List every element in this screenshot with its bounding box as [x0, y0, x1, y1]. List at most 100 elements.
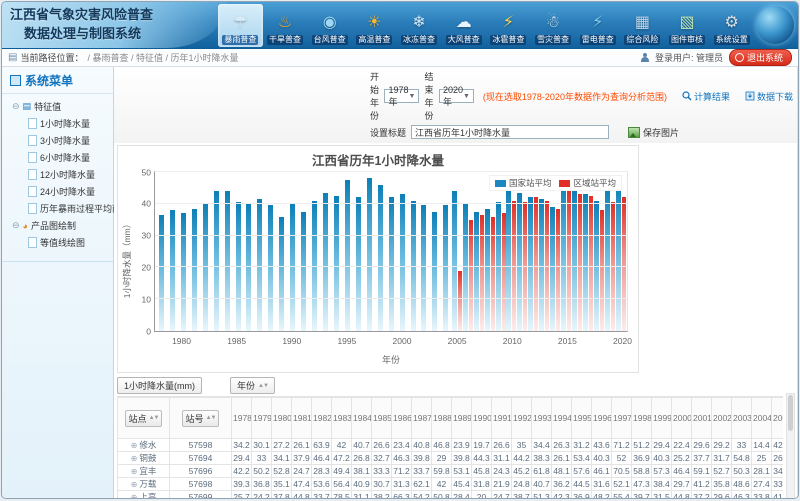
bar-group-1983 [211, 172, 222, 331]
expander-icon[interactable]: ⊖ [12, 220, 20, 231]
year-column-header[interactable]: 1998 [632, 398, 652, 439]
legend-item[interactable]: 区域站平均 [559, 177, 616, 189]
expand-row-icon[interactable]: ⊕ [131, 454, 138, 463]
year-column-header[interactable]: 1999 [652, 398, 672, 439]
year-column-header[interactable]: 1985 [372, 398, 392, 439]
station-name-cell[interactable]: ⊕上高 [118, 491, 170, 500]
year-column-header[interactable]: 1989 [452, 398, 472, 439]
sidebar-item-24小时降水量[interactable]: 24小时降水量 [4, 183, 111, 200]
freeze-icon: ❄ [412, 13, 425, 35]
year-column-header[interactable]: 1987 [412, 398, 432, 439]
station-sort-control[interactable]: 站点▲▼ [125, 410, 163, 427]
nav-item-gale[interactable]: ☁大风普查 [441, 4, 486, 47]
nav-item-lightning[interactable]: ⚡雷电普查 [575, 4, 620, 47]
metric-selector[interactable]: 1小时降水量(mm) [117, 377, 202, 394]
year-column-header[interactable]: 1980 [272, 398, 292, 439]
station-name-cell[interactable]: ⊕宜丰 [118, 465, 170, 478]
sidebar-item-3小时降水量[interactable]: 3小时降水量 [4, 132, 111, 149]
vscroll-thumb[interactable] [788, 395, 793, 431]
year-column-header[interactable]: 1992 [512, 398, 532, 439]
save-image-button[interactable]: 保存图片 [628, 126, 679, 139]
x-tick-label: 1985 [222, 336, 252, 346]
station-id-cell: 57699 [170, 491, 232, 500]
expand-row-icon[interactable]: ⊕ [131, 441, 138, 450]
year-column-header[interactable]: 1984 [352, 398, 372, 439]
sidebar-item-label: 24小时降水量 [40, 185, 95, 198]
expand-row-icon[interactable]: ⊕ [131, 480, 138, 489]
year-column-header[interactable]: 2000 [672, 398, 692, 439]
value-cell: 47.2 [332, 452, 352, 465]
bar-regional [567, 190, 571, 332]
value-cell: 21.9 [492, 478, 512, 491]
year-column-header[interactable]: 1979 [252, 398, 272, 439]
sidebar-node-0[interactable]: ⊖▤特征值 [4, 98, 111, 115]
year-column-header[interactable]: 1994 [552, 398, 572, 439]
year-column-header[interactable]: 1986 [392, 398, 412, 439]
value-cell: 47.3 [632, 478, 652, 491]
station-name-cell[interactable]: ⊕铜鼓 [118, 452, 170, 465]
year-column-header[interactable]: 1990 [472, 398, 492, 439]
bar-group-1982 [200, 172, 211, 331]
start-year-select[interactable]: 1978年▼ [384, 89, 419, 103]
bar-group-1981 [189, 172, 200, 331]
year-column-header[interactable]: 1982 [312, 398, 332, 439]
sidebar-item-等值线绘图[interactable]: 等值线绘图 [4, 234, 111, 251]
chart-title-input[interactable] [411, 125, 609, 139]
year-column-header[interactable]: 1993 [532, 398, 552, 439]
bar-national [572, 191, 577, 331]
expand-row-icon[interactable]: ⊕ [131, 493, 138, 499]
year-column-header[interactable]: 1988 [432, 398, 452, 439]
sidebar-item-label: 等值线绘图 [40, 236, 85, 249]
download-button[interactable]: 数据下载 [745, 90, 793, 103]
station-id-sort-control[interactable]: 站号▲▼ [182, 410, 220, 427]
chevron-down-icon: ▼ [409, 93, 416, 100]
value-cell: 58.8 [632, 465, 652, 478]
nav-item-typhoon[interactable]: ◉台风普查 [307, 4, 352, 47]
station-name-cell[interactable]: ⊕万载 [118, 478, 170, 491]
nav-item-calculator[interactable]: ▦综合风险 [620, 4, 665, 47]
sidebar-item-6小时降水量[interactable]: 6小时降水量 [4, 149, 111, 166]
year-sort-control[interactable]: 年份▲▼ [230, 377, 275, 394]
sidebar-item-1小时降水量[interactable]: 1小时降水量 [4, 115, 111, 132]
vertical-scrollbar[interactable] [786, 393, 795, 499]
logout-button[interactable]: 退出系统 [729, 49, 792, 66]
year-column-header[interactable]: 2004 [752, 398, 772, 439]
value-cell: 53.1 [452, 465, 472, 478]
calculate-button[interactable]: 计算结果 [682, 90, 730, 103]
bar-group-1997 [364, 172, 375, 331]
expander-icon[interactable]: ⊖ [12, 101, 20, 112]
year-column-header[interactable]: 1997 [612, 398, 632, 439]
legend-item[interactable]: 国家站平均 [495, 177, 552, 189]
nav-item-drought[interactable]: ♨干旱普查 [263, 4, 308, 47]
nav-item-snow[interactable]: ☃雪灾普查 [531, 4, 576, 47]
page-icon [28, 135, 37, 146]
bar-regional [534, 197, 538, 331]
year-column-header[interactable]: 2003 [732, 398, 752, 439]
year-column-header[interactable]: 1991 [492, 398, 512, 439]
year-column-header[interactable]: 2002 [712, 398, 732, 439]
station-name-cell[interactable]: ⊕修水 [118, 439, 170, 452]
value-cell: 54.2 [412, 491, 432, 500]
year-column-header[interactable]: 1995 [572, 398, 592, 439]
year-column-header[interactable]: 1978 [232, 398, 252, 439]
nav-item-freeze[interactable]: ❄冰冻普查 [397, 4, 442, 47]
nav-item-rainstorm[interactable]: ☂暴雨普查 [218, 4, 263, 47]
sidebar-node-1[interactable]: ⊖◕产品图绘制 [4, 217, 111, 234]
year-column-header[interactable]: 1981 [292, 398, 312, 439]
nav-item-high-temp[interactable]: ☀高温普查 [352, 4, 397, 47]
nav-item-label: 冰冻普查 [401, 35, 437, 45]
end-year-select[interactable]: 2020年▼ [439, 89, 474, 103]
expand-row-icon[interactable]: ⊕ [131, 467, 138, 476]
legend-swatch [559, 180, 570, 187]
value-cell: 33.7 [412, 465, 432, 478]
sidebar-item-12小时降水量[interactable]: 12小时降水量 [4, 166, 111, 183]
year-column-header[interactable]: 1996 [592, 398, 612, 439]
value-cell: 33.8 [752, 491, 772, 500]
year-column-header[interactable]: 1983 [332, 398, 352, 439]
year-column-header[interactable]: 2005 [772, 398, 784, 439]
year-column-header[interactable]: 2001 [692, 398, 712, 439]
nav-item-map[interactable]: ▧图件审核 [665, 4, 710, 47]
nav-item-wrench[interactable]: ⚙系统设置 [709, 4, 754, 47]
nav-item-hail[interactable]: ⚡冰雹普查 [486, 4, 531, 47]
sidebar-item-历年暴雨过程平均雨量[interactable]: 历年暴雨过程平均雨量 [4, 200, 111, 217]
